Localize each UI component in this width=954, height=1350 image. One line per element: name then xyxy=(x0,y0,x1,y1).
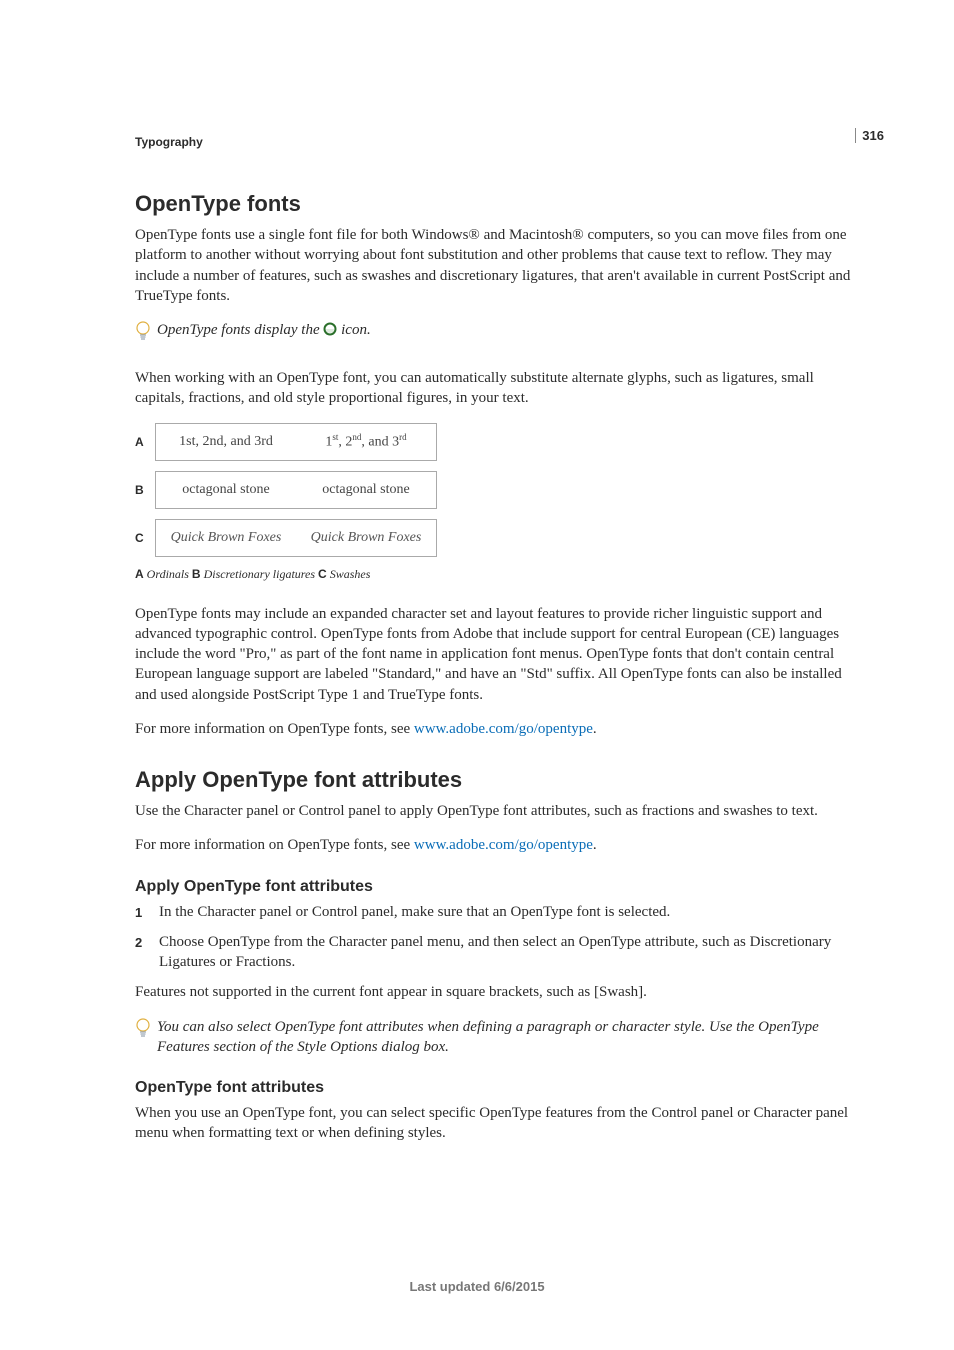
figure-row-label: C xyxy=(135,531,145,545)
figure-sample-left: 1st, 2nd, and 3rd xyxy=(156,434,296,450)
steps-list: 1In the Character panel or Control panel… xyxy=(135,902,854,973)
figure-sample-right: 1st, 2nd, and 3rd xyxy=(296,432,436,451)
lightbulb-icon xyxy=(135,1018,151,1045)
subheading-font-attributes: OpenType font attributes xyxy=(135,1079,854,1097)
opentype-o-icon xyxy=(323,322,337,342)
paragraph: OpenType fonts may include an expanded c… xyxy=(135,604,854,705)
list-item: 1In the Character panel or Control panel… xyxy=(135,902,854,922)
figure-row-label: B xyxy=(135,483,145,497)
chapter-label: Typography xyxy=(135,135,854,149)
tip-style-options: You can also select OpenType font attrib… xyxy=(135,1017,854,1058)
page-number: 316 xyxy=(855,128,884,143)
paragraph: When working with an OpenType font, you … xyxy=(135,368,854,409)
opentype-link[interactable]: www.adobe.com/go/opentype xyxy=(414,837,593,853)
figure-sample-left: Quick Brown Foxes xyxy=(156,530,296,546)
figure-sample-right: Quick Brown Foxes xyxy=(296,530,436,546)
tip-text: You can also select OpenType font attrib… xyxy=(157,1017,854,1058)
list-item: 2Choose OpenType from the Character pane… xyxy=(135,932,854,973)
paragraph: Use the Character panel or Control panel… xyxy=(135,801,854,821)
paragraph: For more information on OpenType fonts, … xyxy=(135,835,854,855)
figure-caption: A Ordinals B Discretionary ligatures C S… xyxy=(135,567,854,582)
figure-opentype-examples: A 1st, 2nd, and 3rd 1st, 2nd, and 3rd B … xyxy=(135,423,854,557)
opentype-link[interactable]: www.adobe.com/go/opentype xyxy=(414,721,593,737)
heading-apply-opentype: Apply OpenType font attributes xyxy=(135,767,854,793)
figure-sample-right: octagonal stone xyxy=(296,482,436,498)
lightbulb-icon xyxy=(135,321,151,348)
footer-updated: Last updated 6/6/2015 xyxy=(0,1279,954,1294)
paragraph: Features not supported in the current fo… xyxy=(135,982,854,1002)
figure-row-label: A xyxy=(135,435,145,449)
tip-opentype-icon: OpenType fonts display the icon. xyxy=(135,320,854,348)
paragraph: When you use an OpenType font, you can s… xyxy=(135,1103,854,1144)
subheading-apply-attributes: Apply OpenType font attributes xyxy=(135,878,854,896)
tip-text: OpenType fonts display the xyxy=(157,322,323,338)
paragraph: OpenType fonts use a single font file fo… xyxy=(135,225,854,306)
figure-sample-left: octagonal stone xyxy=(156,482,296,498)
heading-opentype-fonts: OpenType fonts xyxy=(135,191,854,217)
paragraph: For more information on OpenType fonts, … xyxy=(135,719,854,739)
tip-text: icon. xyxy=(341,322,371,338)
